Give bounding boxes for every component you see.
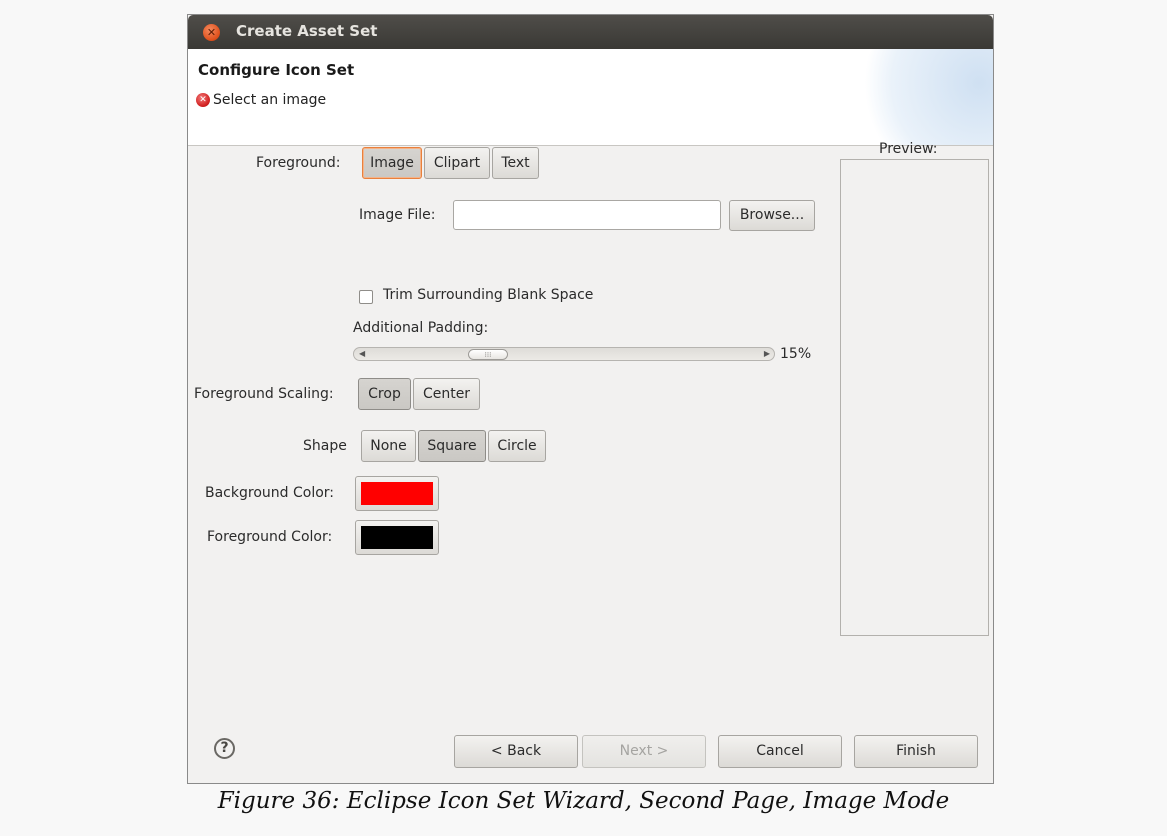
foreground-color-swatch — [361, 526, 433, 549]
wizard-header: Configure Icon Set ✕ Select an image — [188, 49, 993, 146]
title-bar[interactable]: ✕ Create Asset Set — [188, 15, 993, 49]
figure-caption: Figure 36: Eclipse Icon Set Wizard, Seco… — [217, 788, 950, 814]
error-message-text: Select an image — [213, 92, 327, 108]
shape-circle-button[interactable]: Circle — [488, 430, 546, 462]
foreground-scaling-label: Foreground Scaling: — [194, 386, 334, 402]
help-icon[interactable]: ? — [214, 738, 235, 759]
foreground-image-button[interactable]: Image — [362, 147, 422, 179]
foreground-color-label: Foreground Color: — [207, 529, 333, 545]
header-banner-graphic — [853, 49, 993, 145]
image-file-input[interactable] — [453, 200, 721, 230]
scaling-crop-button[interactable]: Crop — [358, 378, 411, 410]
trim-label: Trim Surrounding Blank Space — [383, 287, 594, 303]
error-icon: ✕ — [196, 93, 210, 107]
back-button[interactable]: < Back — [454, 735, 578, 768]
background-color-button[interactable] — [355, 476, 439, 511]
shape-none-button[interactable]: None — [361, 430, 416, 462]
cancel-button[interactable]: Cancel — [718, 735, 842, 768]
padding-value: 15% — [780, 346, 812, 362]
background-color-label: Background Color: — [205, 485, 334, 501]
preview-panel — [840, 159, 989, 636]
next-button[interactable]: Next > — [582, 735, 706, 768]
shape-square-button[interactable]: Square — [418, 430, 486, 462]
background-color-swatch — [361, 482, 433, 505]
padding-slider[interactable]: ◀ ⁞⁞⁞ ▶ — [353, 347, 775, 361]
finish-button[interactable]: Finish — [854, 735, 978, 768]
create-asset-set-dialog: ✕ Create Asset Set Configure Icon Set ✕ … — [187, 14, 994, 784]
image-file-label: Image File: — [359, 207, 436, 223]
foreground-clipart-button[interactable]: Clipart — [424, 147, 490, 179]
window-title: Create Asset Set — [236, 22, 378, 40]
preview-label: Preview: — [879, 141, 938, 157]
padding-slider-thumb[interactable]: ⁞⁞⁞ — [468, 349, 508, 360]
close-icon[interactable]: ✕ — [203, 24, 220, 41]
page-title: Configure Icon Set — [198, 61, 355, 79]
slider-left-arrow-icon[interactable]: ◀ — [359, 349, 365, 358]
browse-button[interactable]: Browse... — [729, 200, 815, 231]
foreground-color-button[interactable] — [355, 520, 439, 555]
trim-checkbox[interactable] — [359, 290, 373, 304]
padding-label: Additional Padding: — [353, 320, 489, 336]
slider-right-arrow-icon[interactable]: ▶ — [764, 349, 770, 358]
foreground-text-button[interactable]: Text — [492, 147, 539, 179]
error-message: ✕ Select an image — [196, 92, 326, 108]
foreground-label: Foreground: — [256, 155, 341, 171]
scaling-center-button[interactable]: Center — [413, 378, 480, 410]
shape-label: Shape — [303, 438, 347, 454]
